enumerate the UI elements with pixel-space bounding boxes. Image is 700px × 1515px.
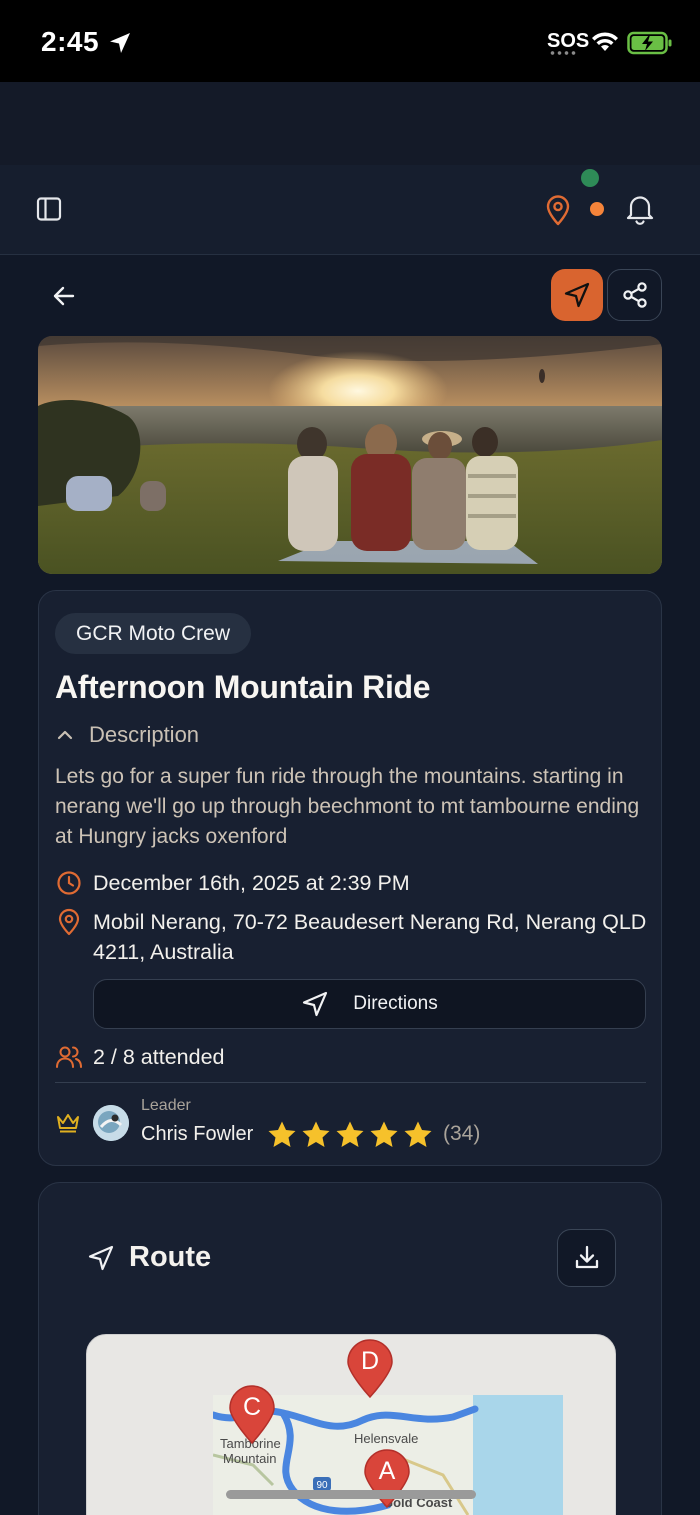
- event-address-row: Mobil Nerang, 70-72 Beaudesert Nerang Rd…: [55, 907, 655, 967]
- divider: [55, 1082, 646, 1083]
- event-cover-photo: [38, 336, 662, 574]
- marker-letter: A: [378, 1457, 396, 1485]
- navigation-icon: [303, 991, 328, 1017]
- route-title: Route: [129, 1241, 212, 1273]
- sidebar-toggle-icon: [36, 197, 62, 221]
- attendance-row: 2 / 8 attended: [55, 1042, 225, 1072]
- crown-icon: [57, 1114, 79, 1133]
- event-details-card: GCR Moto Crew Afternoon Mountain Ride De…: [38, 590, 662, 1166]
- map-label-helensvale: Helensvale: [354, 1431, 419, 1446]
- header-spacer: [0, 82, 700, 165]
- rating-count: (34): [443, 1122, 481, 1145]
- description-label: Description: [89, 722, 200, 747]
- star-icon: [370, 1121, 398, 1147]
- status-time: 2:45: [41, 26, 100, 57]
- notification-indicator-dot: [590, 202, 604, 216]
- download-route-button[interactable]: [557, 1229, 616, 1287]
- directions-label: Directions: [353, 993, 438, 1014]
- map-scroll-indicator[interactable]: [226, 1490, 476, 1499]
- back-button[interactable]: [44, 276, 84, 316]
- back-arrow-icon: [53, 286, 75, 306]
- marker-letter: C: [242, 1393, 262, 1421]
- event-datetime: December 16th, 2025 at 2:39 PM: [93, 871, 410, 895]
- navigation-icon: [88, 1245, 114, 1270]
- location-arrow-icon: [110, 33, 130, 53]
- sidebar-toggle-button[interactable]: [30, 190, 68, 228]
- star-icon: [268, 1121, 296, 1147]
- event-title: Afternoon Mountain Ride: [55, 669, 431, 705]
- map-pin-icon: [546, 195, 570, 226]
- attendance-count: 2 / 8 attended: [93, 1045, 225, 1069]
- bell-icon: [626, 196, 654, 225]
- navigation-icon: [564, 282, 590, 308]
- route-map[interactable]: 90 Tamborine Mountain Helensvale Gold Co…: [86, 1334, 616, 1515]
- description-toggle[interactable]: Description: [55, 722, 199, 748]
- navigate-button[interactable]: [551, 269, 603, 321]
- battery-charging-icon: [627, 31, 672, 55]
- users-icon: [56, 1046, 82, 1068]
- star-icon: [302, 1121, 330, 1147]
- star-icon: [336, 1121, 364, 1147]
- wifi-icon: [592, 32, 618, 51]
- group-chip[interactable]: GCR Moto Crew: [55, 613, 252, 654]
- status-bar: 2:45 SOS: [0, 0, 700, 82]
- map-marker-d[interactable]: D: [346, 1339, 394, 1399]
- location-button[interactable]: [540, 192, 576, 228]
- leader-caption: Leader: [141, 1097, 191, 1114]
- map-marker-c[interactable]: C: [228, 1385, 276, 1445]
- download-icon: [575, 1245, 598, 1269]
- signal-dots: [549, 51, 577, 55]
- chevron-up-icon: [57, 730, 73, 740]
- marker-letter: D: [360, 1347, 380, 1375]
- clock-icon: [57, 871, 81, 895]
- map-marker-a[interactable]: A: [363, 1449, 411, 1509]
- event-datetime-row: December 16th, 2025 at 2:39 PM: [55, 868, 410, 898]
- online-status-dot: [581, 169, 599, 187]
- route-header: Route: [87, 1241, 211, 1274]
- leader-rating: (34): [267, 1120, 480, 1148]
- leader-name: Chris Fowler: [141, 1123, 254, 1145]
- notifications-button[interactable]: [622, 191, 658, 227]
- star-icon: [404, 1121, 432, 1147]
- map-label-mountain: Mountain: [223, 1451, 277, 1466]
- share-icon: [622, 282, 647, 308]
- sos-label: SOS: [547, 30, 590, 52]
- avatar[interactable]: [93, 1105, 129, 1141]
- map-pin-icon: [58, 908, 80, 936]
- share-button[interactable]: [607, 269, 662, 321]
- route-card: Route 90 Tamborine Mountain Helensvale G…: [38, 1182, 662, 1515]
- directions-button[interactable]: Directions: [93, 979, 646, 1029]
- event-address: Mobil Nerang, 70-72 Beaudesert Nerang Rd…: [93, 910, 647, 964]
- event-description: Lets go for a super fun ride through the…: [55, 765, 640, 848]
